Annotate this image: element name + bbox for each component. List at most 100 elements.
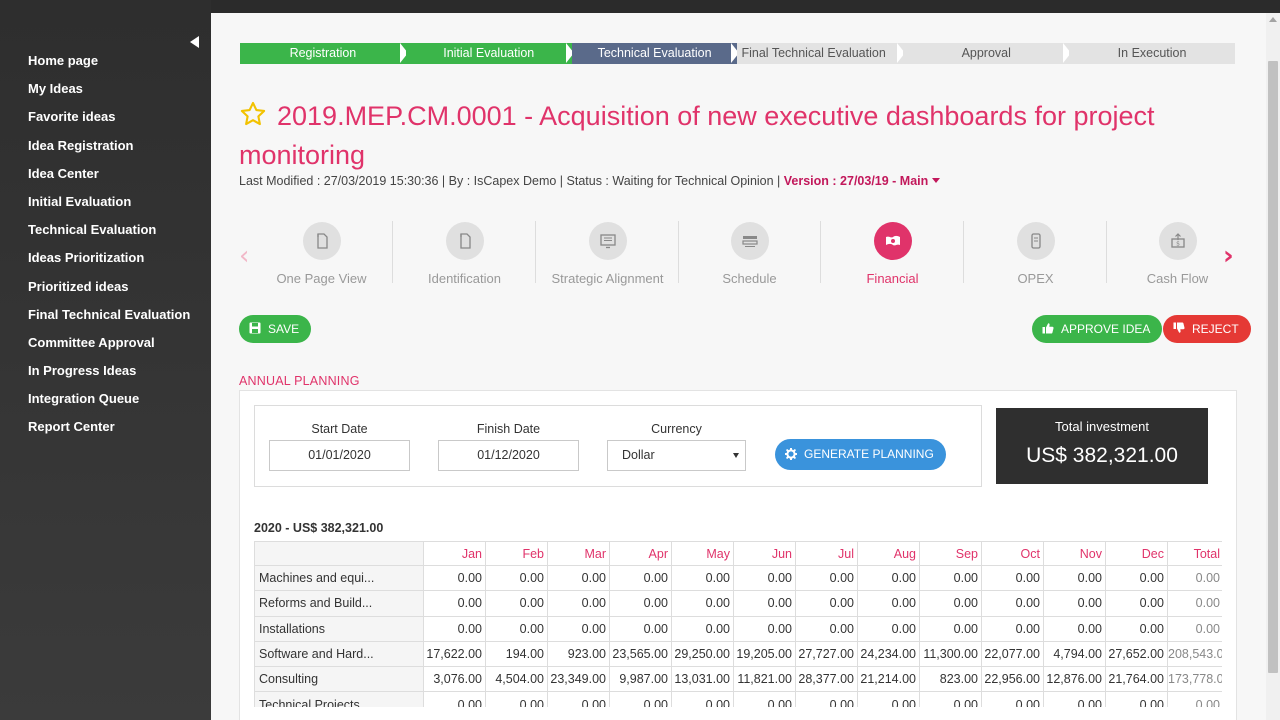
month-value-cell[interactable]: 4,794.00	[1043, 640, 1106, 668]
month-value-cell[interactable]: 0.00	[609, 564, 672, 592]
month-value-cell[interactable]: 0.00	[423, 691, 486, 707]
tab-financial[interactable]: Financial	[821, 219, 964, 299]
month-value-cell[interactable]: 0.00	[609, 691, 672, 707]
month-value-cell[interactable]: 0.00	[1043, 590, 1106, 617]
month-value-cell[interactable]: 9,987.00	[609, 666, 672, 693]
month-value-cell[interactable]: 923.00	[547, 640, 610, 668]
tabs-prev-button[interactable]: ‹	[239, 243, 249, 269]
month-value-cell[interactable]: 0.00	[981, 615, 1044, 642]
sidebar-item-favorite-ideas[interactable]: Favorite ideas	[28, 108, 190, 136]
tab-strategic-alignment[interactable]: Strategic Alignment	[536, 219, 679, 299]
month-value-cell[interactable]: 0.00	[733, 615, 796, 642]
sidebar-item-idea-registration[interactable]: Idea Registration	[28, 137, 190, 165]
approve-idea-button[interactable]: APPROVE IDEA	[1032, 315, 1163, 343]
month-value-cell[interactable]: 0.00	[733, 564, 796, 592]
month-value-cell[interactable]: 0.00	[795, 564, 858, 592]
month-value-cell[interactable]: 0.00	[857, 691, 920, 707]
month-value-cell[interactable]: 0.00	[485, 615, 548, 642]
month-value-cell[interactable]: 0.00	[671, 691, 734, 707]
sidebar-item-committee-approval[interactable]: Committee Approval	[28, 334, 190, 362]
month-value-cell[interactable]: 0.00	[609, 590, 672, 617]
finish-date-input[interactable]: 01/12/2020	[438, 440, 579, 471]
month-value-cell[interactable]: 0.00	[857, 615, 920, 642]
sidebar-item-report-center[interactable]: Report Center	[28, 418, 190, 446]
scroll-up-arrow-icon[interactable]	[1269, 17, 1277, 22]
tab-identification[interactable]: Identification	[393, 219, 536, 299]
month-value-cell[interactable]: 23,349.00	[547, 666, 610, 693]
month-value-cell[interactable]: 11,821.00	[733, 666, 796, 693]
month-value-cell[interactable]: 0.00	[1043, 691, 1106, 707]
vertical-scrollbar[interactable]	[1266, 13, 1280, 720]
month-value-cell[interactable]: 22,077.00	[981, 640, 1044, 668]
month-value-cell[interactable]: 0.00	[485, 564, 548, 592]
month-value-cell[interactable]: 0.00	[671, 615, 734, 642]
month-value-cell[interactable]: 0.00	[981, 691, 1044, 707]
month-value-cell[interactable]: 0.00	[547, 615, 610, 642]
month-value-cell[interactable]: 0.00	[1043, 564, 1106, 592]
month-value-cell[interactable]: 0.00	[1105, 691, 1168, 707]
month-value-cell[interactable]: 0.00	[733, 691, 796, 707]
month-value-cell[interactable]: 0.00	[671, 590, 734, 617]
month-value-cell[interactable]: 0.00	[919, 590, 982, 617]
tab-schedule[interactable]: Schedule	[678, 219, 821, 299]
month-value-cell[interactable]: 0.00	[1043, 615, 1106, 642]
scrollbar-thumb[interactable]	[1268, 61, 1278, 673]
start-date-input[interactable]: 01/01/2020	[269, 440, 410, 471]
month-value-cell[interactable]: 0.00	[485, 590, 548, 617]
month-value-cell[interactable]: 0.00	[547, 590, 610, 617]
sidebar-item-home-page[interactable]: Home page	[28, 52, 190, 80]
month-value-cell[interactable]: 0.00	[857, 564, 920, 592]
month-value-cell[interactable]: 12,876.00	[1043, 666, 1106, 693]
month-value-cell[interactable]: 0.00	[671, 564, 734, 592]
month-value-cell[interactable]: 0.00	[919, 564, 982, 592]
month-value-cell[interactable]: 0.00	[981, 564, 1044, 592]
favorite-star-icon[interactable]	[239, 100, 267, 128]
month-value-cell[interactable]: 22,956.00	[981, 666, 1044, 693]
month-value-cell[interactable]: 17,622.00	[423, 640, 486, 668]
sidebar-item-technical-evaluation[interactable]: Technical Evaluation	[28, 221, 190, 249]
tabs-next-button[interactable]: ›	[1223, 243, 1234, 269]
month-value-cell[interactable]: 3,076.00	[423, 666, 486, 693]
month-value-cell[interactable]: 0.00	[733, 590, 796, 617]
save-button[interactable]: SAVE	[239, 315, 312, 343]
month-value-cell[interactable]: 823.00	[919, 666, 982, 693]
month-value-cell[interactable]: 0.00	[609, 615, 672, 642]
month-value-cell[interactable]: 0.00	[981, 590, 1044, 617]
month-value-cell[interactable]: 27,652.00	[1105, 640, 1168, 668]
month-value-cell[interactable]: 0.00	[547, 691, 610, 707]
month-value-cell[interactable]: 0.00	[795, 691, 858, 707]
month-value-cell[interactable]: 11,300.00	[919, 640, 982, 668]
version-dropdown[interactable]: Version : 27/03/19 - Main	[784, 174, 941, 188]
sidebar-item-my-ideas[interactable]: My Ideas	[28, 80, 190, 108]
sidebar-item-integration-queue[interactable]: Integration Queue	[28, 390, 190, 418]
reject-button[interactable]: REJECT	[1163, 315, 1251, 343]
month-value-cell[interactable]: 0.00	[547, 564, 610, 592]
sidebar-item-final-technical-evaluation[interactable]: Final Technical Evaluation	[28, 306, 190, 334]
month-value-cell[interactable]: 0.00	[1105, 615, 1168, 642]
month-value-cell[interactable]: 28,377.00	[795, 666, 858, 693]
tab-opex[interactable]: OPEX	[964, 219, 1107, 299]
month-value-cell[interactable]: 0.00	[795, 590, 858, 617]
month-value-cell[interactable]: 23,565.00	[609, 640, 672, 668]
sidebar-item-initial-evaluation[interactable]: Initial Evaluation	[28, 193, 190, 221]
month-value-cell[interactable]: 0.00	[423, 615, 486, 642]
month-value-cell[interactable]: 21,764.00	[1105, 666, 1168, 693]
month-value-cell[interactable]: 0.00	[423, 564, 486, 592]
month-value-cell[interactable]: 0.00	[795, 615, 858, 642]
month-value-cell[interactable]: 24,234.00	[857, 640, 920, 668]
month-value-cell[interactable]: 13,031.00	[671, 666, 734, 693]
sidebar-item-ideas-prioritization[interactable]: Ideas Prioritization	[28, 249, 190, 277]
sidebar-item-idea-center[interactable]: Idea Center	[28, 165, 190, 193]
month-value-cell[interactable]: 19,205.00	[733, 640, 796, 668]
collapse-sidebar-icon[interactable]	[190, 36, 199, 48]
month-value-cell[interactable]: 0.00	[1105, 564, 1168, 592]
month-value-cell[interactable]: 29,250.00	[671, 640, 734, 668]
month-value-cell[interactable]: 0.00	[423, 590, 486, 617]
month-value-cell[interactable]: 0.00	[485, 691, 548, 707]
sidebar-item-prioritized-ideas[interactable]: Prioritized ideas	[28, 278, 190, 306]
month-value-cell[interactable]: 0.00	[919, 615, 982, 642]
month-value-cell[interactable]: 0.00	[1105, 590, 1168, 617]
tab-one-page-view[interactable]: One Page View	[250, 219, 393, 299]
currency-select[interactable]: Dollar	[607, 440, 746, 471]
month-value-cell[interactable]: 4,504.00	[485, 666, 548, 693]
